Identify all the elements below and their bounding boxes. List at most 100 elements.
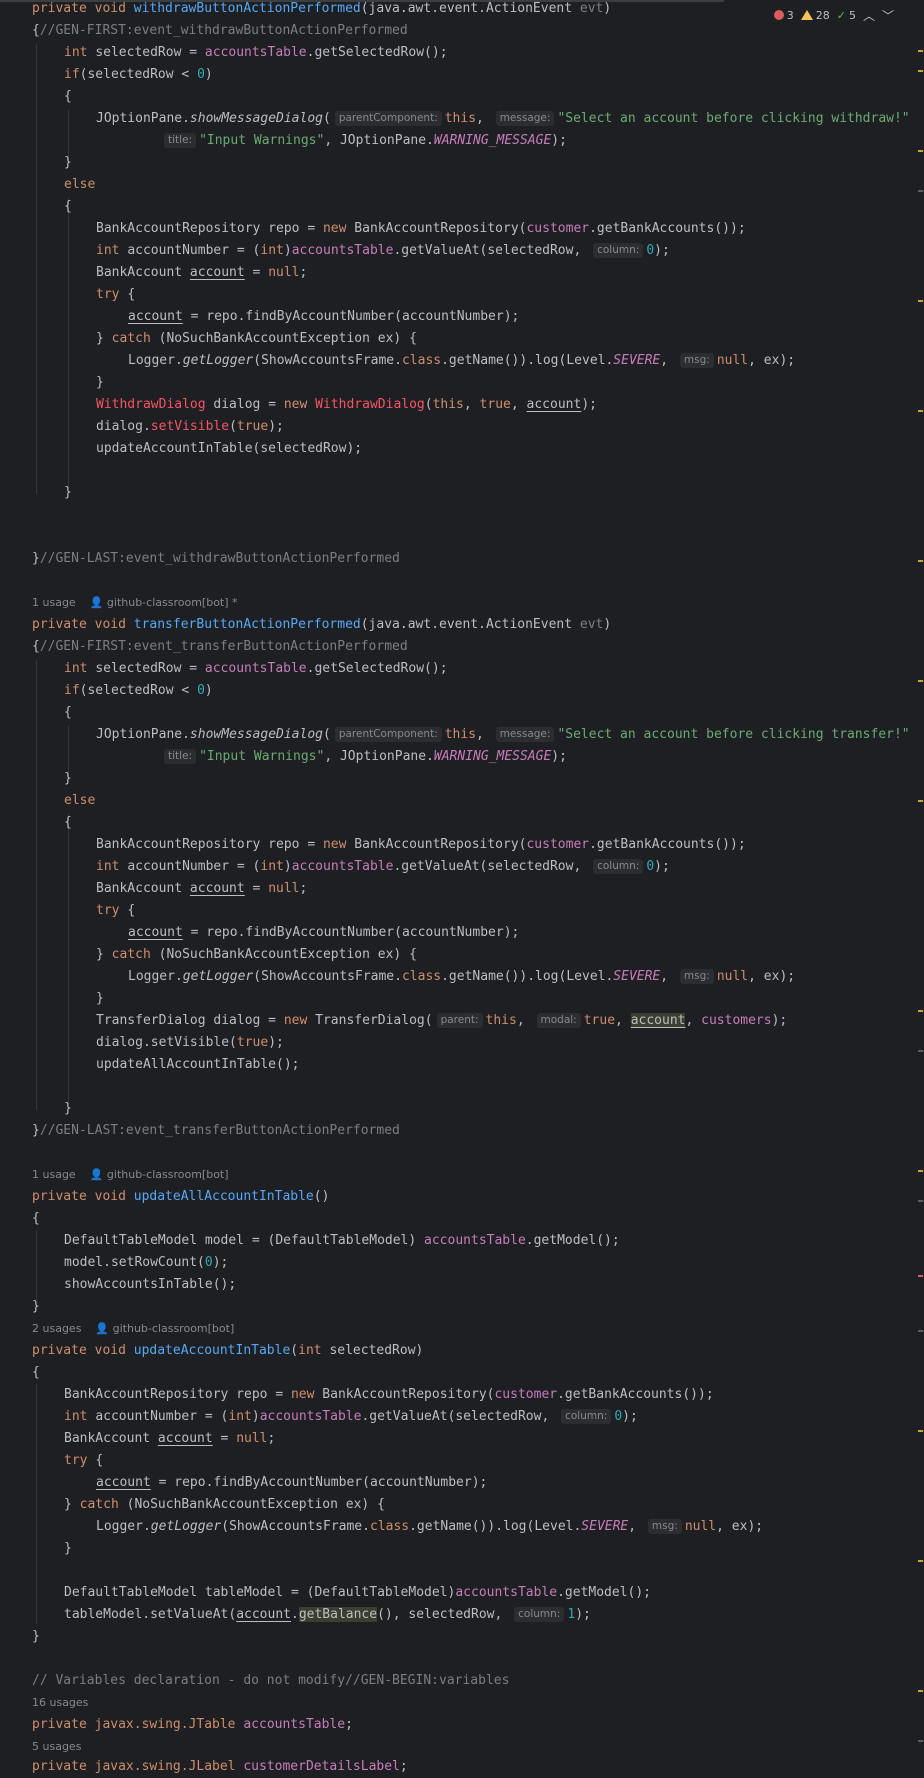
warning-marker[interactable] — [918, 1430, 923, 1432]
code-line[interactable]: TransferDialog dialog = new TransferDial… — [96, 1010, 787, 1032]
warning-marker[interactable] — [918, 70, 923, 72]
code-line[interactable]: int accountNumber = (int)accountsTable.g… — [64, 1406, 638, 1428]
warning-marker[interactable] — [918, 800, 923, 802]
code-vision-hint[interactable]: 1 usage 👤 github-classroom[bot] — [32, 1166, 229, 1184]
chevron-down-icon[interactable]: ﹀ — [882, 7, 894, 24]
weak-warnings-count[interactable]: ✓ 5 — [837, 9, 856, 22]
code-line[interactable]: } — [64, 768, 72, 790]
error-stripe[interactable] — [912, 0, 924, 1776]
code-line[interactable]: else — [64, 790, 95, 812]
code-line[interactable]: private void updateAllAccountInTable() — [32, 1186, 329, 1208]
code-line[interactable]: Logger.getLogger(ShowAccountsFrame.class… — [128, 350, 795, 372]
code-vision-hint[interactable]: 1 usage 👤 github-classroom[bot] * — [32, 594, 238, 612]
code-line[interactable]: } — [64, 152, 72, 174]
code-line[interactable]: else — [64, 174, 95, 196]
code-line[interactable]: BankAccount account = null; — [96, 878, 307, 900]
code-line[interactable]: private void updateAccountInTable(int se… — [32, 1340, 423, 1362]
code-line[interactable]: WithdrawDialog dialog = new WithdrawDial… — [96, 394, 597, 416]
code-line[interactable]: try { — [96, 900, 135, 922]
code-line[interactable]: int accountNumber = (int)accountsTable.g… — [96, 856, 670, 878]
code-line[interactable]: }//GEN-LAST:event_transferButtonActionPe… — [32, 1120, 400, 1142]
code-editor[interactable]: 3 28 ✓ 5 ︿ ﹀ private void withdrawButton… — [0, 0, 924, 1776]
code-vision-hint[interactable]: 2 usages 👤 github-classroom[bot] — [32, 1320, 234, 1338]
warning-marker[interactable] — [918, 680, 923, 682]
code-line[interactable]: account = repo.findByAccountNumber(accou… — [96, 1472, 487, 1494]
info-marker[interactable] — [918, 190, 923, 192]
code-line[interactable]: BankAccountRepository repo = new BankAcc… — [96, 218, 746, 240]
code-line[interactable]: private void transferButtonActionPerform… — [32, 614, 611, 636]
code-line[interactable]: try { — [96, 284, 135, 306]
warnings-count[interactable]: 28 — [800, 9, 830, 22]
code-line[interactable]: updateAccountInTable(selectedRow); — [96, 438, 362, 460]
code-line[interactable]: Logger.getLogger(ShowAccountsFrame.class… — [128, 966, 795, 988]
warning-marker[interactable] — [918, 150, 923, 152]
code-line[interactable]: } catch (NoSuchBankAccountException ex) … — [96, 944, 417, 966]
code-line[interactable]: model.setRowCount(0); — [64, 1252, 228, 1274]
code-line[interactable]: account = repo.findByAccountNumber(accou… — [128, 922, 519, 944]
chevron-up-icon[interactable]: ︿ — [863, 7, 875, 24]
code-line[interactable]: }//GEN-LAST:event_withdrawButtonActionPe… — [32, 548, 400, 570]
code-line[interactable]: } — [64, 1538, 72, 1560]
code-line[interactable]: showAccountsInTable(); — [64, 1274, 236, 1296]
code-line[interactable]: BankAccount account = null; — [64, 1428, 275, 1450]
code-line[interactable]: BankAccountRepository repo = new BankAcc… — [96, 834, 746, 856]
info-marker[interactable] — [918, 1740, 923, 1742]
code-line[interactable]: JOptionPane.showMessageDialog(parentComp… — [96, 724, 910, 746]
code-line[interactable]: try { — [64, 1450, 103, 1472]
code-line[interactable]: { — [32, 1362, 40, 1384]
code-line[interactable]: {//GEN-FIRST:event_withdrawButtonActionP… — [32, 20, 408, 42]
code-line[interactable]: account = repo.findByAccountNumber(accou… — [128, 306, 519, 328]
code-line[interactable]: { — [64, 702, 72, 724]
code-line[interactable]: int selectedRow = accountsTable.getSelec… — [64, 42, 448, 64]
error-marker[interactable] — [918, 1275, 923, 1277]
code-line[interactable]: private javax.swing.JTable accountsTable… — [32, 1714, 353, 1736]
info-marker[interactable] — [918, 1050, 923, 1052]
code-line[interactable]: if(selectedRow < 0) — [64, 680, 213, 702]
code-line[interactable]: { — [64, 812, 72, 834]
code-line[interactable]: Logger.getLogger(ShowAccountsFrame.class… — [96, 1516, 763, 1538]
code-line[interactable]: { — [64, 196, 72, 218]
warning-marker[interactable] — [918, 560, 923, 562]
code-line[interactable]: dialog.setVisible(true); — [96, 1032, 284, 1054]
code-line[interactable]: BankAccount account = null; — [96, 262, 307, 284]
errors-count[interactable]: 3 — [773, 9, 794, 22]
code-vision-hint[interactable]: 5 usages — [32, 1738, 81, 1756]
inspection-status[interactable]: 3 28 ✓ 5 ︿ ﹀ — [773, 6, 894, 24]
code-line[interactable]: BankAccountRepository repo = new BankAcc… — [64, 1384, 714, 1406]
code-line[interactable]: int accountNumber = (int)accountsTable.g… — [96, 240, 670, 262]
code-line[interactable]: private javax.swing.JLabel customerDetai… — [32, 1756, 408, 1778]
info-marker[interactable] — [918, 1330, 923, 1332]
code-line[interactable]: updateAllAccountInTable(); — [96, 1054, 300, 1076]
code-line[interactable]: } — [64, 1098, 72, 1120]
code-line[interactable]: private void withdrawButtonActionPerform… — [32, 0, 611, 20]
code-line[interactable]: } catch (NoSuchBankAccountException ex) … — [64, 1494, 385, 1516]
warning-marker[interactable] — [918, 1170, 923, 1172]
code-line[interactable]: dialog.setVisible(true); — [96, 416, 284, 438]
code-line[interactable]: } — [32, 1626, 40, 1648]
warning-marker[interactable] — [918, 300, 923, 302]
code-line[interactable]: title: "Input Warnings", JOptionPane.WARN… — [160, 130, 567, 152]
code-line[interactable]: } — [32, 1296, 40, 1318]
warning-marker[interactable] — [918, 410, 923, 412]
code-line[interactable]: { — [32, 1208, 40, 1230]
code-line[interactable]: tableModel.setValueAt(account.getBalance… — [64, 1604, 591, 1626]
warning-marker[interactable] — [918, 1560, 923, 1562]
code-line[interactable]: // Variables declaration - do not modify… — [32, 1670, 509, 1692]
code-vision-hint[interactable]: 16 usages — [32, 1694, 88, 1712]
code-line[interactable]: title: "Input Warnings", JOptionPane.WARN… — [160, 746, 567, 768]
code-line[interactable]: } — [96, 988, 104, 1010]
code-line[interactable]: } — [96, 372, 104, 394]
code-line[interactable]: DefaultTableModel tableModel = (DefaultT… — [64, 1582, 651, 1604]
code-line[interactable]: if(selectedRow < 0) — [64, 64, 213, 86]
code-line[interactable]: int selectedRow = accountsTable.getSelec… — [64, 658, 448, 680]
code-line[interactable]: { — [64, 86, 72, 108]
code-line[interactable]: DefaultTableModel model = (DefaultTableM… — [64, 1230, 620, 1252]
code-line[interactable]: {//GEN-FIRST:event_transferButtonActionP… — [32, 636, 408, 658]
code-line[interactable]: } — [64, 482, 72, 504]
info-marker[interactable] — [918, 1200, 923, 1202]
warning-marker[interactable] — [918, 1690, 923, 1692]
code-line[interactable]: } catch (NoSuchBankAccountException ex) … — [96, 328, 417, 350]
code-line[interactable]: JOptionPane.showMessageDialog(parentComp… — [96, 108, 910, 130]
warning-marker[interactable] — [918, 1010, 923, 1012]
warning-marker[interactable] — [918, 50, 923, 52]
